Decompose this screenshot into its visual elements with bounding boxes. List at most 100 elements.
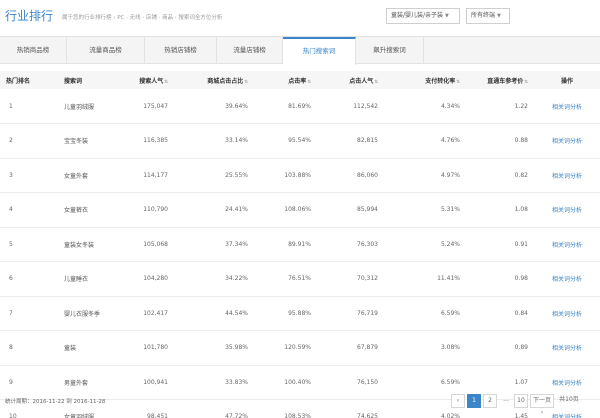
related-word-analysis-link[interactable]: 相关词分析 — [534, 193, 600, 228]
related-word-analysis-link[interactable]: 相关词分析 — [534, 124, 600, 159]
page-title: 行业排行 — [5, 9, 54, 23]
pagination-ellipsis: ... — [503, 396, 509, 403]
sort-icon: ⇅ — [456, 79, 460, 85]
conversion-rate-cell: 6.59% — [440, 309, 460, 317]
pagination-page-1[interactable]: 1 — [467, 394, 481, 408]
col-header-rank: 热门排名 — [6, 77, 31, 85]
table-row: 5 童装女冬装 105,068 37.34% 89.91% 76,303 5.24% 0.91… — [0, 227, 600, 262]
related-word-analysis-link[interactable]: 相关词分析 — [534, 331, 600, 366]
conversion-rate-cell: 3.08% — [440, 344, 460, 352]
related-word-analysis-link[interactable]: 相关词分析 — [534, 296, 600, 331]
conversion-rate-cell: 5.24% — [440, 240, 460, 248]
keyword-cell: 婴儿衣服冬季 — [64, 310, 101, 318]
rank-cell: 6 — [9, 275, 13, 283]
keyword-cell: 儿童睡衣 — [64, 276, 89, 284]
tab-traffic-shops[interactable]: 流量店铺榜 — [217, 37, 283, 64]
conversion-rate-cell: 4.97% — [440, 171, 460, 179]
reference-price-cell: 0.91 — [514, 240, 528, 248]
search-term-table: 热门排名 搜索词 搜索人气⇅ 商城点击占比⇅ 点击率⇅ 点击人气⇅ 支付转化率⇅… — [0, 71, 600, 418]
click-popularity-cell: 86,060 — [357, 171, 378, 179]
related-word-analysis-link[interactable]: 相关词分析 — [534, 89, 600, 124]
col-header-search-popularity[interactable]: 搜索人气⇅ — [124, 71, 174, 89]
col-header-keyword: 搜索词 — [64, 77, 83, 85]
rank-cell: 5 — [9, 240, 13, 248]
col-header-click-rate[interactable]: 点击率⇅ — [254, 71, 317, 89]
table-row: 1 儿童羽绒服 175,047 39.64% 81.69% 112,542 4.34% 1.2… — [0, 89, 600, 124]
reference-price-cell: 1.22 — [514, 102, 528, 110]
pagination-page-2[interactable]: 2 — [483, 394, 497, 408]
col-header-action: 操作 — [560, 77, 573, 85]
click-rate-cell: 108.06% — [284, 206, 311, 214]
table-row: 2 宝宝冬装 116,385 33.14% 95.54% 82,815 4.76% 0.88 相… — [0, 124, 600, 159]
pagination-next-button[interactable]: 下一页 › — [530, 394, 554, 416]
conversion-rate-cell: 11.41% — [437, 275, 460, 283]
category-select[interactable]: 童装/婴儿装/亲子装 ▼ — [386, 8, 460, 24]
pagination-total: 共10页 — [559, 396, 579, 403]
search-popularity-cell: 105,068 — [143, 240, 168, 248]
reference-price-cell: 1.08 — [514, 206, 528, 214]
click-popularity-cell: 67,879 — [357, 344, 378, 352]
terminal-select[interactable]: 所有终端 ▼ — [466, 8, 510, 24]
click-popularity-cell: 76,303 — [357, 240, 378, 248]
sort-icon: ⇅ — [524, 79, 528, 85]
conversion-rate-cell: 5.31% — [440, 206, 460, 214]
reference-price-cell: 0.82 — [514, 171, 528, 179]
tab-hot-products[interactable]: 热销商品榜 — [0, 37, 67, 64]
click-rate-cell: 103.88% — [284, 171, 311, 179]
keyword-cell: 童装 — [64, 345, 77, 353]
conversion-rate-cell: 4.34% — [440, 102, 460, 110]
table-row: 8 童装 101,780 35.98% 120.59% 67,879 3.08% 0.89 相关… — [0, 331, 600, 366]
related-word-analysis-link[interactable]: 相关词分析 — [534, 262, 600, 297]
tab-rising-search-terms[interactable]: 飙升搜索词 — [356, 37, 424, 64]
click-rate-cell: 81.69% — [288, 102, 311, 110]
col-header-conversion-rate[interactable]: 支付转化率⇅ — [384, 71, 466, 89]
mall-click-share-cell: 33.14% — [225, 137, 248, 145]
tab-hot-search-terms[interactable]: 热门搜索词 — [283, 37, 356, 65]
pagination-prev-button[interactable]: ‹ — [451, 394, 465, 408]
click-rate-cell: 76.51% — [288, 275, 311, 283]
mall-click-share-cell: 35.98% — [225, 344, 248, 352]
click-rate-cell: 89.91% — [288, 240, 311, 248]
table-header-row: 热门排名 搜索词 搜索人气⇅ 商城点击占比⇅ 点击率⇅ 点击人气⇅ 支付转化率⇅… — [0, 71, 600, 89]
pagination-page-last[interactable]: 10 — [514, 394, 528, 408]
sort-icon: ⇅ — [244, 79, 248, 85]
mall-click-share-cell: 34.22% — [225, 275, 248, 283]
click-popularity-cell: 70,312 — [357, 275, 378, 283]
mall-click-share-cell: 37.34% — [225, 240, 248, 248]
conversion-rate-cell: 4.76% — [440, 137, 460, 145]
tab-traffic-products[interactable]: 流量商品榜 — [67, 37, 145, 64]
keyword-cell: 儿童羽绒服 — [64, 103, 95, 111]
keyword-cell: 童装女冬装 — [64, 241, 95, 249]
sort-icon: ⇅ — [374, 79, 378, 85]
keyword-cell: 女童裤衣 — [64, 207, 89, 215]
col-header-mall-click-share[interactable]: 商城点击占比⇅ — [174, 71, 254, 89]
reference-price-cell: 0.89 — [514, 344, 528, 352]
rank-cell: 2 — [9, 137, 13, 145]
rank-cell: 1 — [9, 102, 13, 110]
search-popularity-cell: 102,417 — [143, 309, 168, 317]
click-popularity-cell: 85,994 — [357, 206, 378, 214]
mall-click-share-cell: 44.54% — [225, 309, 248, 317]
search-popularity-cell: 110,790 — [143, 206, 168, 214]
table-row: 6 儿童睡衣 104,280 34.22% 76.51% 70,312 11.41% 0.98… — [0, 262, 600, 297]
tab-hot-shops[interactable]: 热销店铺榜 — [145, 37, 217, 64]
table-row: 3 女童外套 114,177 25.55% 103.88% 86,060 4.97% 0.82… — [0, 158, 600, 193]
search-popularity-cell: 114,177 — [143, 171, 168, 179]
reference-price-cell: 0.88 — [514, 137, 528, 145]
search-popularity-cell: 175,047 — [143, 102, 168, 110]
chevron-down-icon: ▼ — [445, 13, 449, 19]
related-word-analysis-link[interactable]: 相关词分析 — [534, 158, 600, 193]
related-word-analysis-link[interactable]: 相关词分析 — [534, 227, 600, 262]
rank-cell: 8 — [9, 344, 13, 352]
page-header: 行业排行 属于您的行业排行榜 › PC · 无线 · 店铺 · 商品 · 搜索词… — [0, 0, 600, 34]
search-popularity-cell: 116,385 — [143, 137, 168, 145]
col-header-click-popularity[interactable]: 点击人气⇅ — [317, 71, 384, 89]
sort-icon: ⇅ — [307, 79, 311, 85]
click-popularity-cell: 76,719 — [357, 309, 378, 317]
category-select-value: 童装/婴儿装/亲子装 — [391, 12, 444, 19]
table-row: 4 女童裤衣 110,790 24.41% 108.06% 85,994 5.31% 1.08… — [0, 193, 600, 228]
rank-cell: 3 — [9, 171, 13, 179]
col-header-reference-price[interactable]: 直通车参考价⇅ — [466, 71, 534, 89]
search-popularity-cell: 101,780 — [143, 344, 168, 352]
search-popularity-cell: 104,280 — [143, 275, 168, 283]
